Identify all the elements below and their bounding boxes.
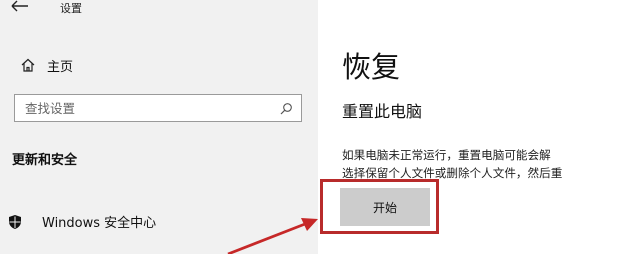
sidebar-item-windows-security[interactable]: Windows 安全中心 — [8, 212, 156, 231]
back-arrow-icon[interactable] — [10, 0, 32, 15]
sidebar-item-home[interactable]: 主页 — [20, 54, 73, 76]
description-line-1: 如果电脑未正常运行，重置电脑可能会解 — [342, 148, 551, 162]
search-icon[interactable] — [279, 101, 293, 115]
search-box[interactable] — [14, 94, 302, 122]
sidebar-item-home-label: 主页 — [47, 59, 74, 75]
section-subtitle: 重置此电脑 — [342, 102, 423, 121]
description: 如果电脑未正常运行，重置电脑可能会解 选择保留个人文件或删除个人文件，然后重 — [342, 146, 620, 182]
sidebar: 设置 主页 更新和安全 Windows 安全中心 — [0, 0, 318, 254]
back-arrow-glyph — [11, 0, 28, 12]
annotation-highlight-box — [320, 179, 439, 234]
window-title: 设置 — [60, 2, 82, 15]
home-icon — [20, 57, 36, 73]
page-title: 恢复 — [342, 50, 401, 84]
search-input[interactable] — [25, 99, 265, 117]
section-title: 更新和安全 — [12, 153, 78, 168]
shield-icon — [8, 214, 22, 230]
sidebar-item-windows-security-label: Windows 安全中心 — [42, 216, 157, 231]
